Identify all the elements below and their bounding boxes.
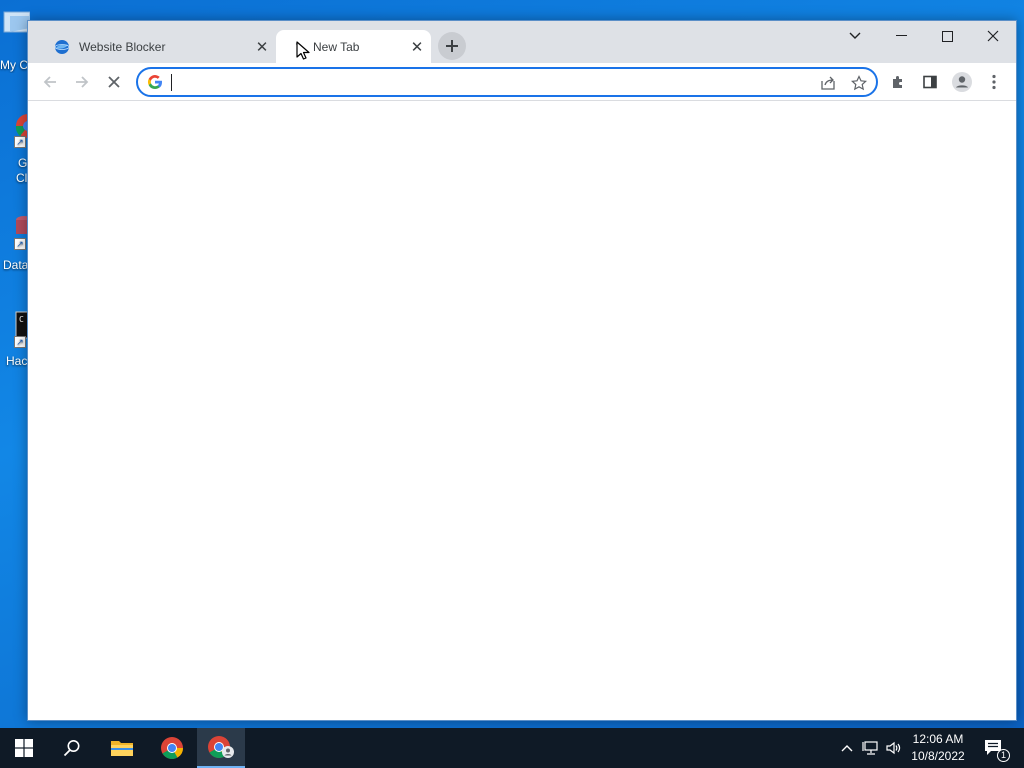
desktop-icon-hacker[interactable]: C ↗ Hac [0, 310, 30, 369]
tab-website-blocker[interactable]: Website Blocker ✕ [36, 30, 276, 63]
notification-count-badge: 1 [997, 749, 1010, 762]
browser-window: Website Blocker ✕ New Tab ✕ [27, 20, 1017, 721]
tab-strip: Website Blocker ✕ New Tab ✕ [28, 21, 1016, 63]
google-icon [147, 75, 162, 90]
shortcut-arrow-icon: ↗ [14, 238, 26, 250]
volume-tray-button[interactable] [884, 738, 904, 758]
speaker-icon [886, 741, 901, 755]
action-center-button[interactable]: 1 [982, 738, 1010, 762]
folder-icon [111, 741, 133, 756]
star-icon [851, 75, 867, 91]
globe-icon [54, 39, 70, 54]
address-input[interactable] [170, 72, 770, 92]
desktop-icon-google-chrome[interactable]: ↗ G Cl [0, 110, 30, 186]
profile-button[interactable] [948, 68, 976, 96]
plus-icon [446, 40, 458, 52]
tab-title: New Tab [313, 39, 360, 54]
desktop-icon-label: G [18, 156, 28, 170]
search-button[interactable] [48, 728, 96, 768]
network-tray-button[interactable] [861, 738, 881, 758]
chrome-profile-taskbar-button[interactable] [197, 728, 245, 768]
desktop-icon-label: My C [0, 58, 28, 72]
close-window-button[interactable] [970, 21, 1016, 51]
desktop-icon-label: Hac [6, 354, 28, 368]
desktop-icon-my-computer[interactable]: My C [0, 10, 30, 73]
chevron-down-icon [849, 32, 861, 39]
file-explorer-button[interactable] [98, 728, 146, 768]
new-tab-button[interactable] [438, 32, 466, 60]
maximize-button[interactable] [924, 21, 970, 51]
chrome-icon [161, 737, 183, 759]
terminal-icon: C ↗ [0, 310, 30, 348]
extensions-button[interactable] [884, 68, 912, 96]
forward-button[interactable] [68, 68, 96, 96]
share-icon [821, 76, 835, 90]
back-button[interactable] [36, 68, 64, 96]
mouse-pointer-icon [296, 41, 310, 60]
text-caret [171, 74, 172, 91]
share-button[interactable] [818, 73, 838, 93]
address-bar[interactable] [136, 67, 878, 97]
side-panel-button[interactable] [916, 68, 944, 96]
browser-toolbar [28, 63, 1016, 101]
stop-loading-button[interactable] [100, 68, 128, 96]
arrow-left-icon [43, 76, 56, 88]
close-icon [987, 30, 999, 42]
tab-search-button[interactable] [832, 21, 878, 51]
shortcut-arrow-icon: ↗ [14, 136, 26, 148]
desktop-icon-label: Data [3, 258, 29, 272]
database-icon: ↗ [0, 212, 30, 250]
taskbar: 12:06 AM 10/8/2022 1 [0, 728, 1024, 768]
clock-date: 10/8/2022 [911, 749, 965, 763]
chrome-profile-icon [208, 736, 234, 758]
chrome-icon: ↗ [0, 110, 30, 148]
show-hidden-icons-button[interactable] [837, 738, 857, 758]
system-clock[interactable]: 12:06 AM 10/8/2022 [905, 731, 971, 765]
kebab-menu-icon [992, 74, 996, 90]
desktop-icon-label-line2: Cl [16, 171, 28, 185]
minimize-icon [895, 35, 907, 36]
shortcut-arrow-icon: ↗ [14, 336, 26, 348]
windows-logo-icon [15, 739, 33, 757]
page-content [28, 102, 1016, 720]
puzzle-icon [893, 76, 902, 88]
desktop-icon-data[interactable]: ↗ Data [0, 212, 30, 273]
arrow-right-icon [76, 76, 89, 88]
search-icon [63, 740, 80, 757]
maximize-icon [941, 30, 953, 42]
close-tab-icon[interactable]: ✕ [407, 37, 427, 57]
clock-time: 12:06 AM [912, 732, 964, 746]
network-icon [862, 741, 878, 755]
stop-icon [108, 76, 120, 88]
start-button[interactable] [0, 728, 48, 768]
svg-text:C: C [19, 315, 24, 324]
computer-icon [0, 10, 30, 40]
menu-button[interactable] [980, 68, 1008, 96]
side-panel-icon [923, 75, 937, 89]
bookmark-button[interactable] [849, 73, 869, 93]
chrome-taskbar-button[interactable] [148, 728, 196, 768]
minimize-button[interactable] [878, 21, 924, 51]
close-tab-icon[interactable]: ✕ [252, 37, 272, 57]
chevron-up-icon [841, 745, 853, 752]
tab-title: Website Blocker [79, 39, 166, 54]
avatar-icon [952, 72, 972, 92]
